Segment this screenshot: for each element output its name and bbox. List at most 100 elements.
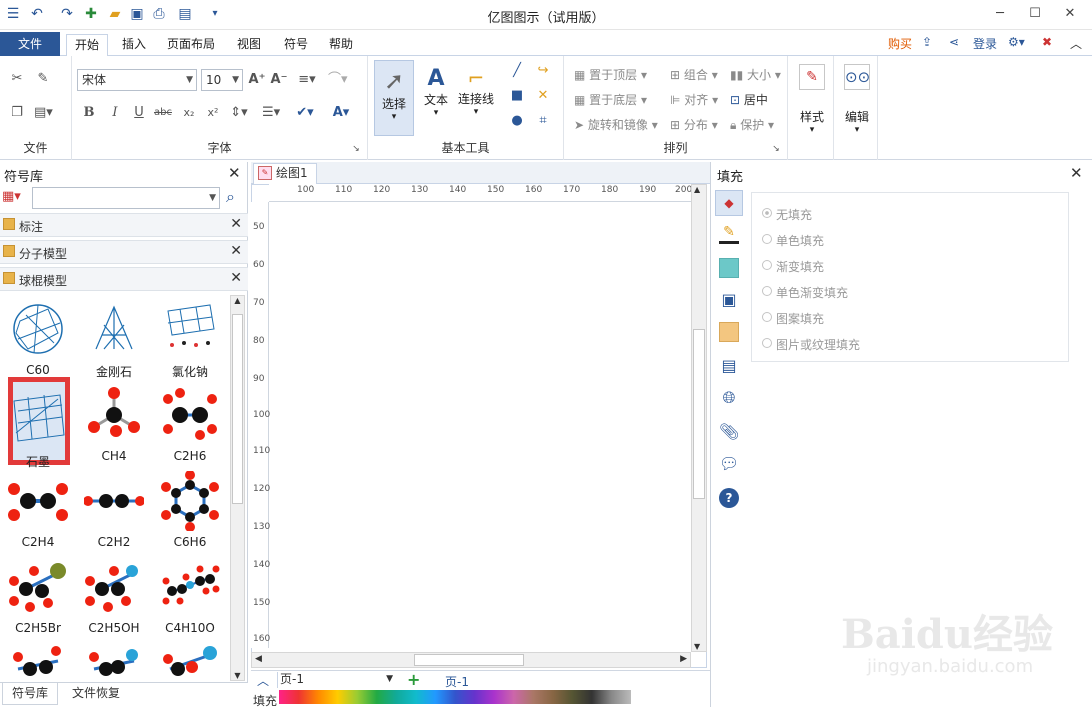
page-tab[interactable]: 页-1: [445, 673, 469, 690]
login-link[interactable]: 登录: [973, 35, 997, 52]
center-button[interactable]: ⊡ 居中: [730, 91, 768, 108]
canvas-vertical-scrollbar[interactable]: ▲ ▼: [691, 184, 707, 652]
align-text-icon[interactable]: ≡▾: [298, 71, 316, 89]
document-tab-icon[interactable]: ▤: [719, 356, 739, 376]
fill-tab-icon[interactable]: ◆: [715, 190, 743, 216]
close-fill-panel-icon[interactable]: ✕: [1070, 164, 1083, 182]
close-library-icon[interactable]: ✕: [230, 243, 242, 259]
arrange-dialog-launcher-icon[interactable]: ↘: [767, 140, 785, 158]
crop-icon[interactable]: ⌗: [534, 112, 552, 130]
scroll-up-icon[interactable]: ▲: [694, 185, 700, 194]
close-panel-icon[interactable]: ✕: [228, 164, 241, 182]
italic-icon[interactable]: I: [106, 104, 124, 122]
tab-insert[interactable]: 插入: [114, 34, 154, 56]
size-button[interactable]: ▮▮ 大小 ▾: [730, 66, 781, 83]
line-tab-icon[interactable]: ✎: [719, 224, 739, 244]
symbol-ch4[interactable]: CH4: [76, 383, 152, 469]
collapse-ribbon-icon[interactable]: ︿: [1070, 35, 1082, 52]
font-color-icon[interactable]: A▾: [332, 104, 350, 122]
text-button[interactable]: A 文本 ▾: [418, 60, 454, 136]
group-button[interactable]: ⊞ 组合 ▾: [670, 66, 718, 83]
scroll-thumb[interactable]: [693, 329, 705, 499]
scroll-right-icon[interactable]: ▶: [680, 654, 687, 664]
tab-help[interactable]: 帮助: [321, 34, 361, 56]
rotate-mirror-button[interactable]: ➤ 旋转和镜像 ▾: [574, 116, 658, 133]
style-button[interactable]: ✎ 样式 ▾: [794, 62, 830, 152]
copy-icon[interactable]: ❐: [8, 104, 26, 122]
canvas-horizontal-scrollbar[interactable]: ◀ ▶: [251, 652, 691, 668]
scroll-thumb[interactable]: [232, 314, 243, 504]
tab-symbol-library[interactable]: 符号库: [2, 683, 58, 705]
tab-file-recovery[interactable]: 文件恢复: [66, 683, 126, 705]
strikethrough-icon[interactable]: abc: [154, 104, 172, 122]
layer-tab-icon[interactable]: [719, 322, 739, 342]
close-library-icon[interactable]: ✕: [230, 216, 242, 232]
add-page-icon[interactable]: +: [407, 670, 420, 689]
shrink-font-icon[interactable]: A⁻: [270, 71, 288, 89]
rectangle-icon[interactable]: ■: [508, 87, 526, 105]
library-header-annotation[interactable]: 标注 ✕: [0, 213, 248, 237]
select-button[interactable]: ➚ 选择 ▾: [374, 60, 414, 136]
library-header-ball-stick[interactable]: 球棍模型 ✕: [0, 267, 248, 291]
symbol-scrollbar[interactable]: ▲ ▼: [230, 295, 245, 681]
line-icon[interactable]: ╱: [508, 62, 526, 80]
scroll-down-icon[interactable]: ▼: [232, 671, 243, 680]
ellipse-icon[interactable]: ●: [508, 112, 526, 130]
font-dialog-launcher-icon[interactable]: ↘: [347, 140, 365, 158]
distribute-button[interactable]: ⊞ 分布 ▾: [670, 116, 718, 133]
comment-tab-icon[interactable]: 💬︎: [719, 454, 739, 474]
document-tab[interactable]: ✎ 绘图1: [253, 163, 317, 184]
edit-button[interactable]: ⊙⊙ 编辑 ▾: [838, 62, 876, 152]
connector-button[interactable]: ⌐ 连接线 ▾: [456, 60, 496, 136]
bring-front-button[interactable]: ▦ 置于顶层 ▾: [574, 66, 647, 83]
send-back-button[interactable]: ▦ 置于底层 ▾: [574, 91, 647, 108]
font-name-select[interactable]: 宋体 ▼: [77, 69, 197, 91]
symbol-graphite[interactable]: 石墨: [0, 377, 76, 469]
bold-icon[interactable]: B: [80, 104, 98, 122]
tab-page-layout[interactable]: 页面布局: [159, 34, 223, 56]
hyperlink-tab-icon[interactable]: 🌐︎: [719, 388, 739, 408]
point-icon[interactable]: ✕: [534, 87, 552, 105]
tab-file[interactable]: 文件: [0, 32, 60, 56]
page-nav-up-icon[interactable]: ︿: [257, 672, 269, 689]
paste-icon[interactable]: ▤▾: [34, 104, 53, 122]
text-direction-icon[interactable]: ⌒▾: [328, 71, 348, 89]
library-grid-icon[interactable]: ▦▾: [2, 189, 21, 204]
symbol-c6h6[interactable]: C6H6: [152, 469, 228, 555]
help-tab-icon[interactable]: ?: [719, 488, 739, 508]
scroll-thumb[interactable]: [414, 654, 524, 666]
symbol-diamond[interactable]: 金刚石: [76, 297, 152, 383]
symbol-c4h10o[interactable]: C4H10O: [152, 555, 228, 641]
fill-option-pattern[interactable]: 图案填充: [762, 310, 824, 327]
color-swatches[interactable]: [279, 690, 631, 704]
underline-icon[interactable]: U: [130, 104, 148, 122]
tab-home[interactable]: 开始: [66, 34, 109, 57]
cut-icon[interactable]: ✂: [8, 70, 26, 88]
superscript-icon[interactable]: x²: [204, 104, 222, 122]
shadow-tab-icon[interactable]: [719, 258, 739, 278]
highlight-icon[interactable]: ✔▾: [296, 104, 314, 122]
fill-option-solid[interactable]: 单色填充: [762, 232, 824, 249]
minimize-button[interactable]: ─: [985, 3, 1015, 25]
symbol-c2h6[interactable]: C2H6: [152, 383, 228, 469]
grow-font-icon[interactable]: A⁺: [248, 71, 266, 89]
bullets-icon[interactable]: ☰▾: [262, 104, 280, 122]
share-icon[interactable]: ⇪: [922, 35, 932, 49]
maximize-button[interactable]: ☐: [1020, 3, 1050, 25]
symbol-c2h4[interactable]: C2H4: [0, 469, 76, 555]
symbol-nacl[interactable]: 氯化钠: [152, 297, 228, 383]
image-tab-icon[interactable]: ▣: [719, 290, 739, 310]
symbol-c60[interactable]: C60: [0, 297, 76, 383]
social-icon[interactable]: ⋖: [949, 35, 959, 49]
scroll-left-icon[interactable]: ◀: [255, 654, 262, 664]
font-size-select[interactable]: 10 ▼: [201, 69, 243, 91]
symbol-search-input[interactable]: ▼: [32, 187, 220, 209]
curve-icon[interactable]: ↪: [534, 62, 552, 80]
protect-button[interactable]: 🔒︎ 保护 ▾: [730, 116, 774, 133]
tab-symbol[interactable]: 符号: [276, 34, 316, 56]
symbol-c2h2[interactable]: C2H2: [76, 469, 152, 555]
settings-icon[interactable]: ⚙▾: [1008, 35, 1025, 49]
page-select[interactable]: 页-1 ▼: [277, 672, 395, 688]
search-icon[interactable]: ⌕: [226, 187, 235, 207]
buy-link[interactable]: 购买: [888, 35, 912, 52]
